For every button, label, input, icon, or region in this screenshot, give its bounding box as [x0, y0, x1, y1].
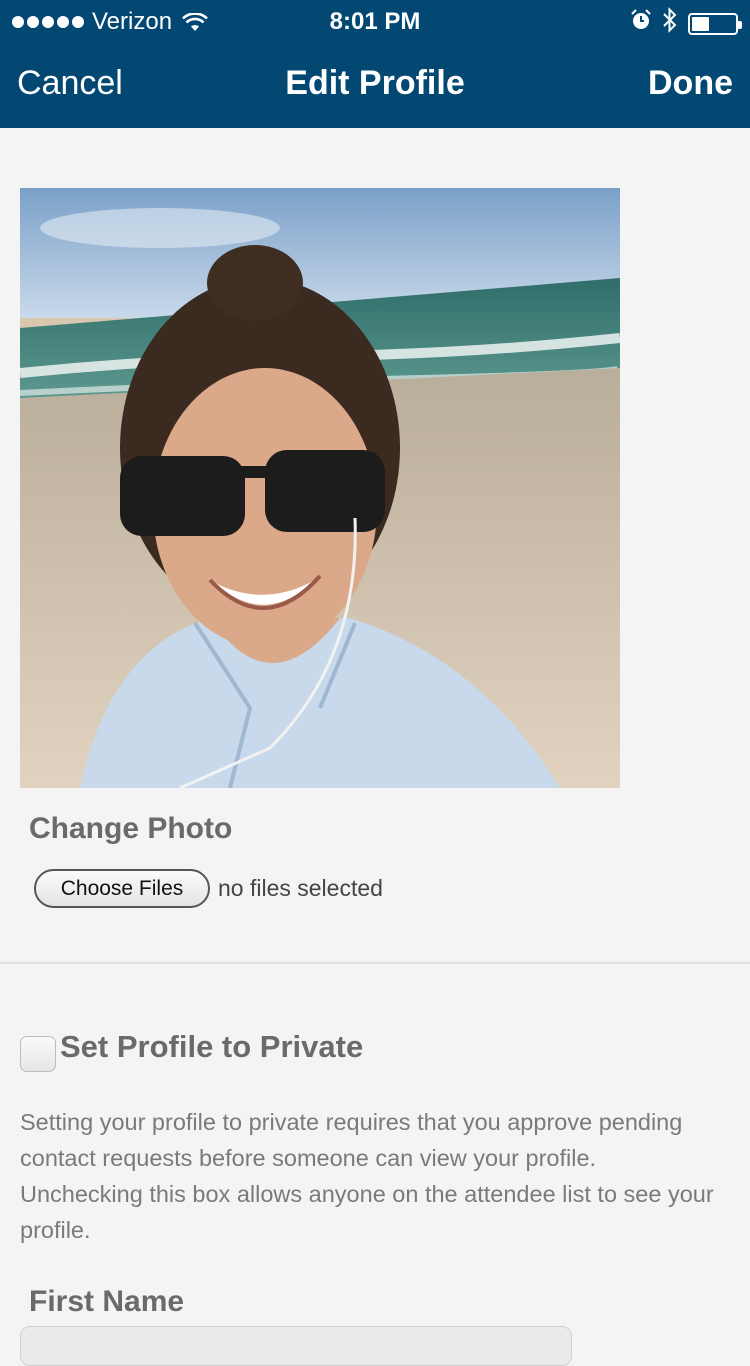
battery-icon: [688, 12, 742, 35]
private-profile-label[interactable]: Set Profile to Private: [60, 1029, 363, 1065]
first-name-label: First Name: [29, 1285, 185, 1318]
change-photo-label: Change Photo: [29, 812, 233, 845]
status-right: [630, 7, 742, 40]
cancel-button[interactable]: Cancel: [17, 64, 123, 103]
choose-files-button[interactable]: Choose Files: [34, 869, 210, 908]
first-name-field[interactable]: [20, 1326, 572, 1366]
alarm-icon: [630, 9, 652, 38]
file-status-text: no files selected: [218, 875, 383, 901]
done-button[interactable]: Done: [648, 64, 733, 103]
status-bar: Verizon 8:01 PM: [0, 0, 750, 40]
private-profile-checkbox[interactable]: [20, 1036, 56, 1072]
profile-photo-image: [20, 188, 620, 788]
private-profile-description: Setting your profile to private requires…: [20, 1109, 714, 1243]
app-header: Verizon 8:01 PM Cancel Edit Profile Done: [0, 0, 750, 128]
battery-level: [692, 16, 709, 31]
bluetooth-icon: [662, 7, 678, 40]
profile-photo: [20, 188, 620, 788]
section-divider: [0, 962, 750, 964]
